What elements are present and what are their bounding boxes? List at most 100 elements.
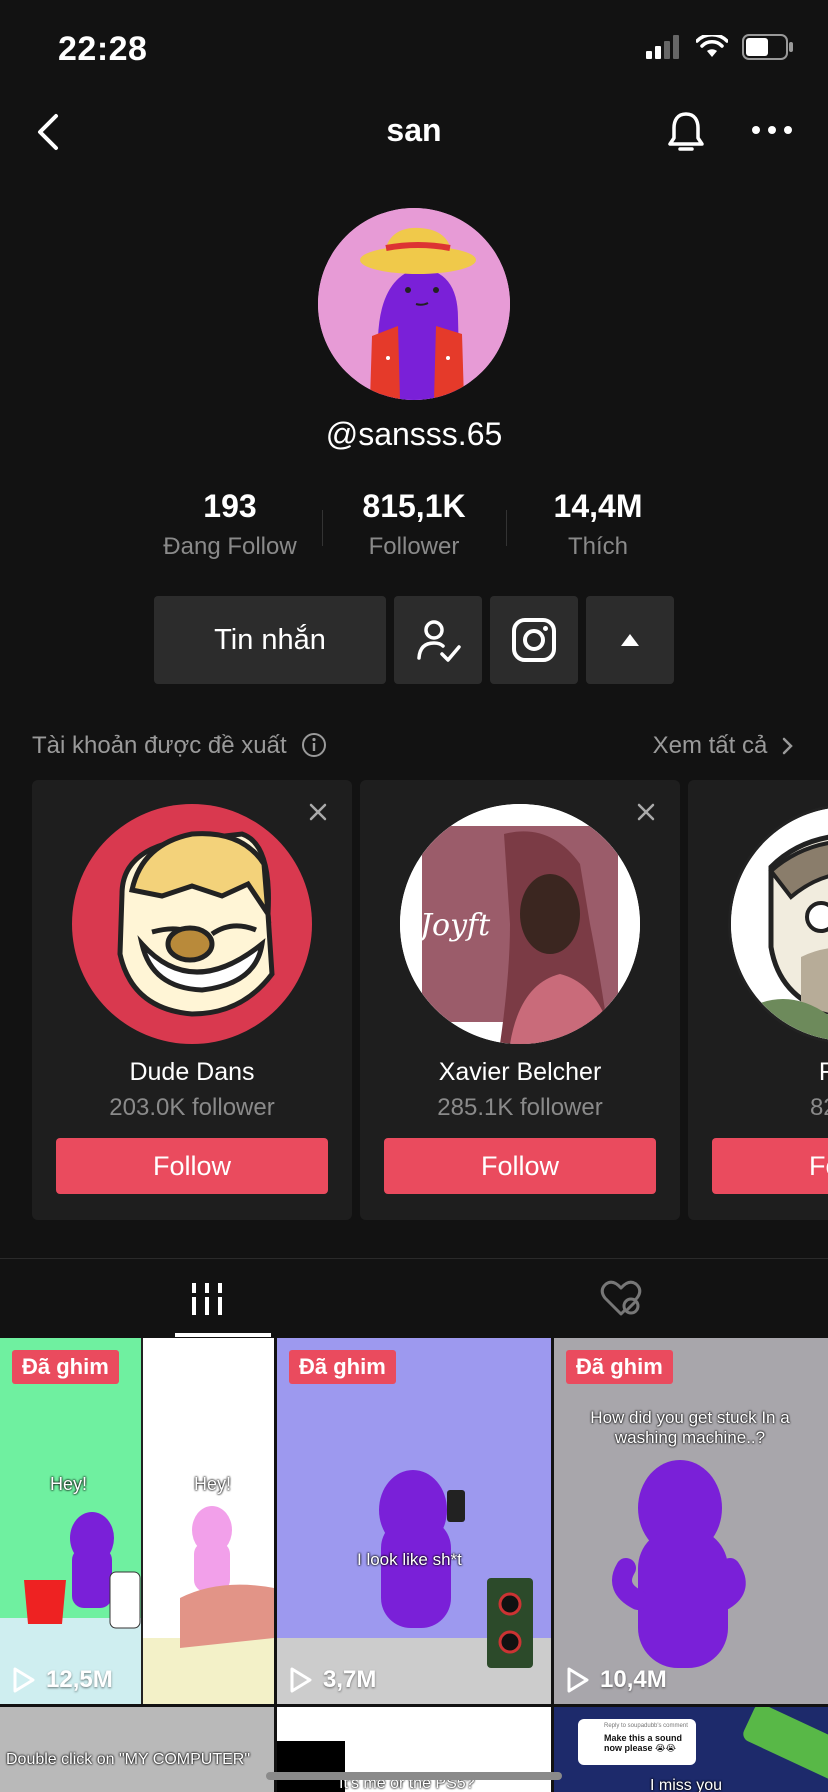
suggested-avatar[interactable] [728,804,828,1044]
view-count: 12,5M [12,1666,113,1694]
follow-button[interactable]: Follow [56,1138,328,1194]
video-caption: I look like sh*t [357,1550,462,1569]
video-tile[interactable]: How did you get stuck In a washing machi… [554,1338,828,1704]
video-caption: Hey! [50,1474,88,1494]
suggested-title: Tài khoản được đề xuất [32,732,327,760]
home-indicator[interactable] [266,1772,562,1780]
suggested-card[interactable]: Ryan 826.2K Follow [688,780,828,1220]
username: @sansss.65 [325,416,503,452]
more-options-button[interactable] [750,118,794,142]
follow-button[interactable]: Follow [384,1138,656,1194]
stat-label: Thích [567,533,629,560]
top-nav: san [0,100,828,164]
suggested-avatar[interactable] [72,804,312,1044]
view-count-value: 12,5M [46,1666,113,1693]
close-icon [309,803,327,821]
video-caption: I miss you [650,1777,723,1792]
suggested-followers: 826.2K [809,1094,828,1121]
liked-hidden-icon [600,1280,642,1316]
suggested-card[interactable]: Joyft Xavier Belcher 285.1K follower Fol… [360,780,680,1220]
close-icon [637,803,655,821]
stat-label: Follower [368,533,460,560]
tab-liked[interactable] [414,1259,828,1339]
instagram-icon [512,618,556,662]
video-tile[interactable]: Hey! Hey! Đã ghim 12,5M [0,1338,274,1704]
suggested-name: Dude Dans [129,1058,255,1086]
video-caption: Double click on "MY COMPUTER" [6,1751,251,1768]
grid-icon [192,1283,222,1315]
avatar-illustration [72,804,312,1044]
follow-button[interactable]: Follow [712,1138,828,1194]
more-horizontal-icon [752,126,792,134]
following-status-button[interactable] [394,596,482,684]
suggested-carousel[interactable]: Dude Dans 203.0K follower Follow Joyft X… [32,780,828,1220]
suggested-card[interactable]: Dude Dans 203.0K follower Follow [32,780,352,1220]
profile-avatar[interactable] [318,208,510,400]
video-tile[interactable]: I look like sh*t Đã ghim 3,7M [277,1338,551,1704]
stat-value: 14,4M [553,488,643,524]
pinned-badge: Đã ghim [566,1350,673,1384]
collapse-suggestions-button[interactable] [586,596,674,684]
signal-icon [646,35,679,59]
profile-actions: Tin nhắn [154,596,674,684]
video-tile[interactable]: Double click on "MY COMPUTER" [0,1707,274,1792]
active-tab-indicator [175,1333,271,1337]
wifi-icon [696,35,728,57]
suggested-header: Tài khoản được đề xuất Xem tất cả [32,730,796,766]
reply-comment-card: Reply to soupadubb's comment Make this a… [578,1719,696,1765]
suggested-avatar[interactable]: Joyft [400,804,640,1044]
pinned-badge: Đã ghim [12,1350,119,1384]
video-caption: How did you get stuck In a washing machi… [590,1408,790,1447]
dismiss-button[interactable] [304,798,332,826]
video-caption: Hey! [194,1474,232,1494]
notification-button[interactable] [664,108,708,156]
thumbnail-shape [740,1707,828,1785]
video-thumbnail [277,1338,551,1704]
see-all-text: Xem tất cả [652,732,768,759]
video-grid: Hey! Hey! Đã ghim 12,5M I look like sh*t… [0,1338,828,1792]
status-icons [646,34,794,60]
info-icon[interactable] [301,732,327,758]
play-icon [567,1667,589,1693]
play-icon [13,1667,35,1693]
instagram-button[interactable] [490,596,578,684]
video-thumbnail [0,1338,274,1704]
tab-videos[interactable] [0,1259,414,1339]
suggested-followers: 285.1K follower [437,1094,603,1121]
profile-stats: 193 Đang Follow 815,1K Follower 14,4M Th… [0,488,828,568]
view-count: 10,4M [566,1666,667,1694]
suggested-name: Xavier Belcher [438,1058,602,1086]
view-count: 3,7M [289,1666,376,1694]
stat-value: 815,1K [362,488,466,524]
battery-icon [742,34,793,60]
stat-value: 193 [203,488,257,524]
stat-likes[interactable]: 14,4M Thích [506,488,690,561]
avatar-illustration [318,208,510,400]
view-count-value: 10,4M [600,1666,667,1693]
pinned-badge: Đã ghim [289,1350,396,1384]
avatar-watermark: Joyft [420,908,491,943]
dismiss-button[interactable] [632,798,660,826]
suggested-title-text: Tài khoản được đề xuất [32,732,287,759]
user-check-icon [417,620,461,662]
reply-text: Make this a sound now please 😭😭 [604,1733,683,1753]
bell-icon [668,112,704,151]
chevron-right-icon [782,737,793,755]
thumbnail-block [277,1741,345,1792]
status-time: 22:28 [58,30,148,68]
suggested-name: Ryan [818,1058,828,1086]
stat-followers[interactable]: 815,1K Follower [322,488,506,561]
video-thumbnail [554,1338,828,1704]
message-button[interactable]: Tin nhắn [154,596,386,684]
reply-label: Reply to soupadubb's comment [604,1723,688,1729]
view-count-value: 3,7M [323,1666,377,1693]
suggested-followers: 203.0K follower [109,1094,275,1121]
video-tile[interactable]: Reply to soupadubb's comment Make this a… [554,1707,828,1792]
caret-up-icon [621,634,639,646]
stat-label: Đang Follow [163,533,297,560]
play-icon [290,1667,312,1693]
see-all-link[interactable]: Xem tất cả [653,732,796,760]
content-tabs [0,1258,828,1338]
stat-following[interactable]: 193 Đang Follow [138,488,322,561]
avatar-illustration [731,807,828,1041]
